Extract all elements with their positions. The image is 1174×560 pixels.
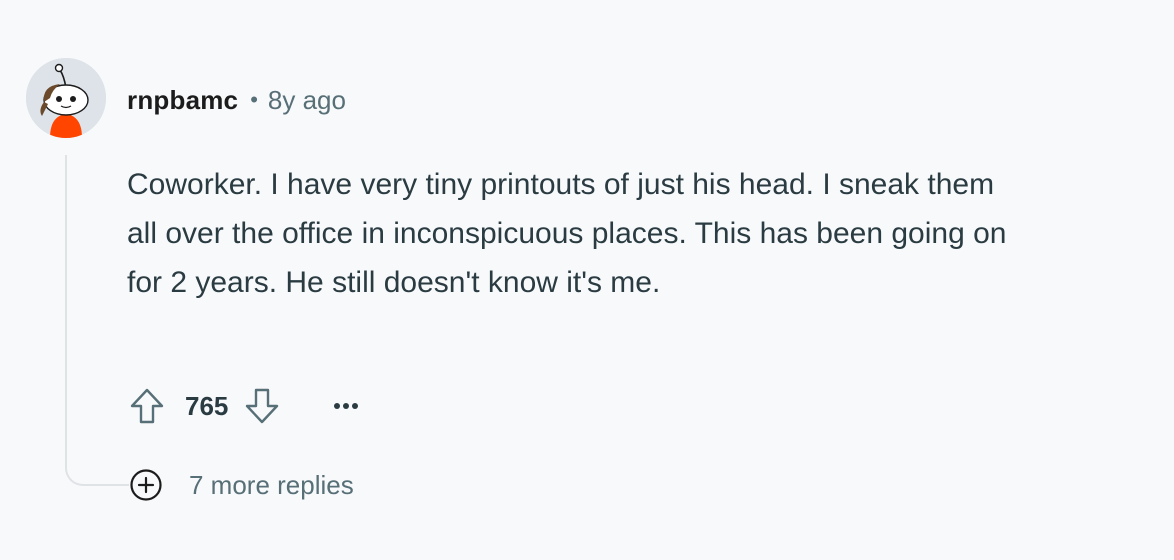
more-options-button[interactable] [326,386,366,426]
downvote-icon [246,388,279,424]
meta-separator: • [250,87,258,112]
thread-line[interactable] [65,155,67,465]
downvote-button[interactable] [242,386,282,426]
plus-circle-icon [129,468,163,502]
comment: rnpbamc • 8y ago Coworker. I have very t… [0,0,1174,560]
upvote-button[interactable] [127,386,167,426]
timestamp[interactable]: 8y ago [268,85,346,116]
comment-body: Coworker. I have very tiny printouts of … [127,168,1007,299]
ellipsis-icon [334,403,359,409]
thread-connector [65,450,129,486]
more-replies-button[interactable]: 7 more replies [129,464,354,506]
vote-score: 765 [185,390,229,421]
comment-meta: rnpbamc • 8y ago [127,84,346,116]
avatar[interactable] [26,58,106,138]
upvote-icon [130,388,164,424]
snoo-avatar-icon [26,58,106,138]
more-replies-label: 7 more replies [189,469,354,500]
username[interactable]: rnpbamc [127,85,238,116]
comment-actions: 765 [127,384,366,428]
